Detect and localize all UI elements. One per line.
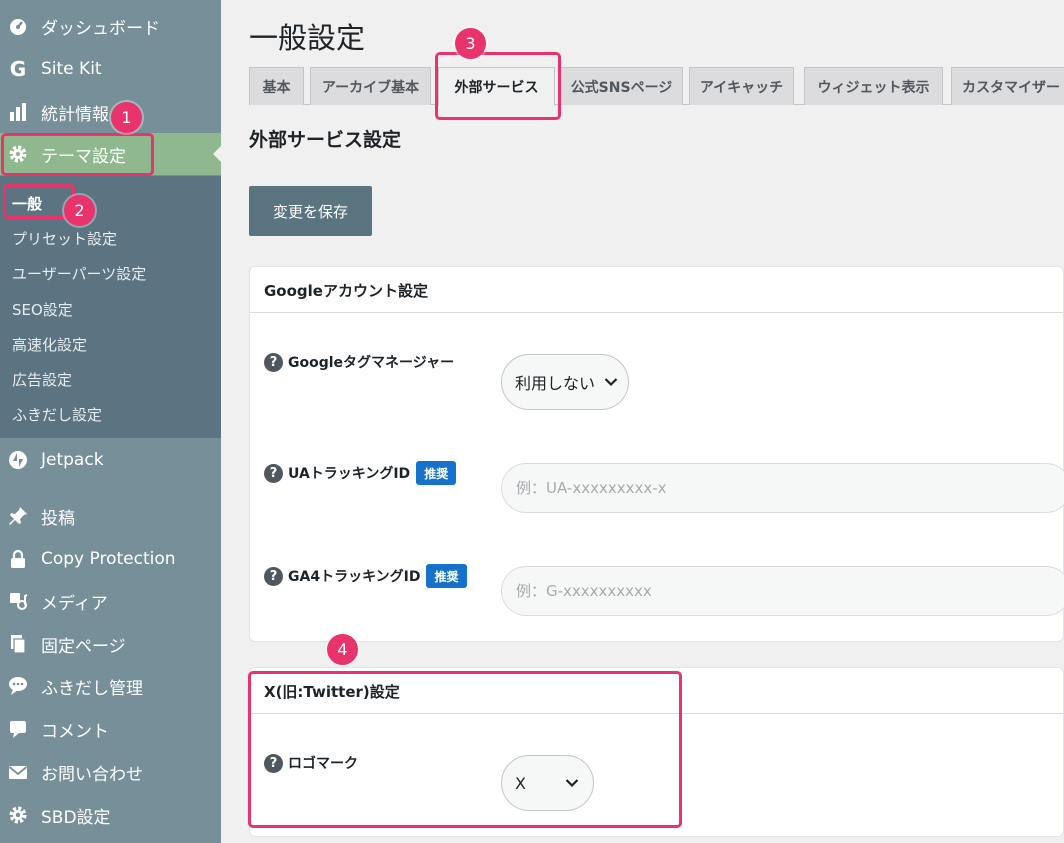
- menu-label: コメント: [41, 721, 109, 742]
- jetpack-icon: [6, 448, 30, 472]
- submenu-item-speed[interactable]: 高速化設定: [12, 334, 87, 355]
- step-number-badge: 1: [111, 102, 142, 133]
- help-icon[interactable]: ?: [264, 463, 283, 483]
- logo-mark-select[interactable]: X: [501, 755, 594, 811]
- menu-label: 投稿: [41, 508, 75, 529]
- ga4-tracking-label: ? GA4トラッキングID 推奨: [264, 564, 467, 588]
- help-icon[interactable]: ?: [264, 753, 283, 773]
- ua-tracking-label: ? UAトラッキングID 推奨: [264, 461, 457, 485]
- field-label-text: UAトラッキングID: [288, 466, 411, 482]
- admin-sidebar: ダッシュボード G Site Kit 統計情報 テーマ設定 一般 プリセット設定…: [0, 0, 221, 843]
- field-label-text: Googleタグマネージャー: [288, 355, 455, 371]
- menu-label: テーマ設定: [41, 146, 126, 167]
- tab-customizer[interactable]: カスタマイザー: [951, 67, 1064, 105]
- tab-eyecatch[interactable]: アイキャッチ: [689, 67, 794, 105]
- logo-mark-label: ? ロゴマーク: [264, 753, 358, 773]
- step-number-badge: 3: [455, 28, 486, 59]
- panel-header: X(旧:Twitter)設定: [250, 668, 1063, 714]
- menu-label: ダッシュボード: [41, 18, 160, 39]
- save-button[interactable]: 変更を保存: [249, 186, 372, 236]
- step-number-badge: 2: [64, 195, 95, 226]
- panel-header: Googleアカウント設定: [250, 267, 1063, 313]
- bar-chart-icon: [6, 100, 30, 124]
- ga4-tracking-input[interactable]: [501, 566, 1064, 616]
- step-number-badge: 4: [327, 634, 358, 665]
- theme-settings-submenu: 一般 プリセット設定 ユーザーパーツ設定 SEO設定 高速化設定 広告設定 ふき…: [0, 176, 221, 438]
- speech-bubble-icon: [6, 674, 30, 698]
- panel-title: X(旧:Twitter)設定: [264, 683, 400, 701]
- comment-icon: [6, 717, 30, 741]
- menu-item-sbd-settings[interactable]: SBD設定: [0, 794, 221, 836]
- recommended-badge: 推奨: [416, 461, 457, 485]
- menu-item-pages[interactable]: 固定ページ: [0, 623, 221, 665]
- menu-label: Copy Protection: [41, 549, 176, 569]
- panel-title: Googleアカウント設定: [264, 282, 428, 300]
- pin-icon: [6, 504, 30, 528]
- tab-external-services[interactable]: 外部サービス: [438, 67, 555, 106]
- tag-manager-select[interactable]: 利用しない: [501, 354, 629, 410]
- menu-label: メディア: [41, 593, 108, 614]
- menu-item-stats[interactable]: 統計情報: [0, 91, 221, 133]
- menu-item-posts[interactable]: 投稿: [0, 495, 221, 537]
- x-settings-panel: X(旧:Twitter)設定 ? ロゴマーク X: [249, 667, 1064, 837]
- menu-item-site-kit[interactable]: G Site Kit: [0, 48, 221, 90]
- submenu-item-seo[interactable]: SEO設定: [12, 299, 73, 320]
- menu-item-comments[interactable]: コメント: [0, 708, 221, 750]
- submenu-item-ads[interactable]: 広告設定: [12, 369, 72, 390]
- menu-item-dashboard[interactable]: ダッシュボード: [0, 5, 221, 47]
- submenu-item-balloon[interactable]: ふきだし設定: [12, 404, 102, 425]
- menu-label: 統計情報: [41, 104, 109, 125]
- menu-label: SBD設定: [41, 807, 111, 828]
- menu-item-jetpack[interactable]: Jetpack: [0, 439, 221, 481]
- lock-icon: [6, 547, 30, 571]
- tab-archive[interactable]: アーカイブ基本: [310, 67, 431, 105]
- menu-item-copy-protection[interactable]: Copy Protection: [0, 538, 221, 580]
- menu-item-media[interactable]: メディア: [0, 580, 221, 622]
- tab-sns[interactable]: 公式SNSページ: [560, 67, 683, 105]
- submenu-item-general[interactable]: 一般: [12, 193, 42, 214]
- menu-label: 固定ページ: [41, 636, 126, 657]
- tag-manager-label: ? Googleタグマネージャー: [264, 352, 454, 372]
- envelope-icon: [6, 760, 30, 784]
- dashboard-icon: [6, 14, 30, 38]
- recommended-badge: 推奨: [426, 564, 467, 588]
- menu-label: ふきだし管理: [41, 678, 143, 699]
- field-label-text: ロゴマーク: [288, 756, 358, 772]
- chevron-down-icon: [604, 378, 618, 387]
- menu-label: お問い合わせ: [41, 764, 143, 785]
- menu-item-theme-settings[interactable]: テーマ設定: [0, 133, 221, 175]
- media-icon: [6, 589, 30, 613]
- page-title: 一般設定: [249, 21, 366, 55]
- section-title: 外部サービス設定: [249, 129, 402, 151]
- menu-label: Jetpack: [41, 450, 104, 470]
- gear-icon: [6, 803, 30, 827]
- menu-label: Site Kit: [41, 59, 102, 79]
- help-icon[interactable]: ?: [264, 566, 283, 586]
- ua-tracking-input[interactable]: [501, 463, 1064, 513]
- submenu-item-presets[interactable]: プリセット設定: [12, 228, 117, 249]
- chevron-down-icon: [565, 779, 579, 788]
- gear-icon: [6, 142, 30, 166]
- google-account-panel: Googleアカウント設定 ? Googleタグマネージャー 利用しない ? U…: [249, 266, 1064, 642]
- pages-icon: [6, 632, 30, 656]
- field-label-text: GA4トラッキングID: [288, 569, 421, 585]
- select-value: X: [515, 773, 526, 793]
- menu-item-contact[interactable]: お問い合わせ: [0, 751, 221, 793]
- submenu-item-user-parts[interactable]: ユーザーパーツ設定: [12, 263, 146, 284]
- tab-widget-display[interactable]: ウィジェット表示: [804, 67, 943, 105]
- select-value: 利用しない: [515, 374, 596, 393]
- menu-item-balloon-manage[interactable]: ふきだし管理: [0, 665, 221, 707]
- tab-basic[interactable]: 基本: [249, 67, 304, 105]
- help-icon[interactable]: ?: [264, 352, 283, 372]
- settings-tabs: 基本 アーカイブ基本 外部サービス 公式SNSページ アイキャッチ ウィジェット…: [249, 67, 1064, 106]
- google-g-icon: G: [9, 57, 27, 81]
